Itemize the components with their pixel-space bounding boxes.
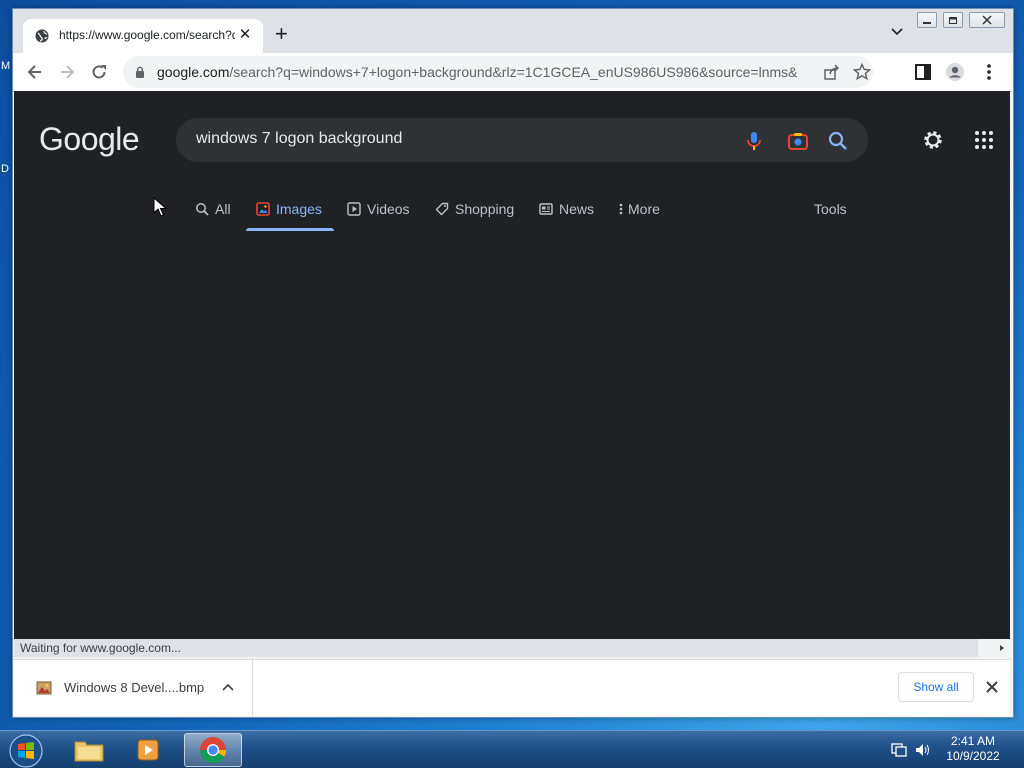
mouse-cursor-icon (153, 197, 167, 217)
apps-grid-icon[interactable] (972, 128, 996, 152)
side-panel-icon[interactable] (913, 62, 933, 82)
tab-news[interactable]: News (539, 191, 594, 227)
download-item[interactable]: Windows 8 Devel....bmp (24, 660, 253, 716)
camera-lens-icon[interactable] (787, 130, 809, 152)
reload-icon[interactable] (89, 62, 109, 82)
address-bar[interactable]: google.com/search?q=windows+7+logon+back… (123, 56, 873, 88)
restore-button[interactable] (943, 12, 963, 28)
clock-time: 2:41 AM (950, 734, 996, 748)
tools-label: Tools (814, 201, 847, 217)
clock-date: 10/9/2022 (946, 749, 1000, 763)
system-tray-icons[interactable] (886, 739, 936, 761)
taskbar-clock[interactable]: 2:41 AM 10/9/2022 (940, 734, 1006, 764)
restore-icon (949, 17, 957, 24)
taskbar: 2:41 AM 10/9/2022 (0, 730, 1024, 768)
browser-tab[interactable]: https://www.google.com/search?q=windows+… (23, 19, 263, 53)
close-icon[interactable] (983, 678, 1001, 696)
url-host: google.com (157, 64, 230, 80)
close-icon (982, 15, 992, 25)
browser-window: https://www.google.com/search?q=windows+… (12, 8, 1014, 718)
status-bar: Waiting for www.google.com... (14, 639, 1010, 657)
horizontal-scrollbar[interactable] (978, 639, 1010, 657)
browser-toolbar: google.com/search?q=windows+7+logon+back… (13, 53, 1013, 92)
kebab-icon (619, 203, 623, 215)
tab-shopping[interactable]: Shopping (435, 191, 514, 227)
new-tab-button[interactable]: + (275, 23, 288, 45)
tab-all-label: All (215, 201, 231, 217)
share-icon[interactable] (822, 62, 842, 82)
chevron-up-icon[interactable] (220, 680, 236, 696)
search-query: windows 7 logon background (196, 130, 403, 147)
microphone-icon[interactable] (743, 130, 765, 152)
status-text: Waiting for www.google.com... (20, 641, 181, 655)
tools-button[interactable]: Tools (814, 191, 847, 227)
search-icon (196, 203, 209, 216)
image-file-icon (36, 681, 52, 695)
taskbar-explorer[interactable] (60, 733, 118, 767)
play-icon (347, 202, 361, 216)
search-input[interactable]: windows 7 logon background (176, 118, 868, 162)
taskbar-chrome[interactable] (184, 733, 242, 767)
tab-videos-label: Videos (367, 201, 410, 217)
minimize-button[interactable] (917, 12, 937, 28)
tab-title: https://www.google.com/search?q=windows+… (59, 28, 235, 42)
media-player-icon (137, 739, 159, 761)
download-bar: Windows 8 Devel....bmp Show all (14, 659, 1010, 716)
image-icon (256, 202, 270, 216)
taskbar-media-player[interactable] (120, 733, 178, 767)
tab-news-label: News (559, 201, 595, 217)
desktop-icon-label[interactable]: D (1, 163, 9, 175)
minimize-icon (923, 22, 931, 24)
lock-icon[interactable] (135, 66, 145, 78)
scroll-right-arrow-icon[interactable] (978, 639, 1010, 657)
tab-images-label: Images (276, 201, 322, 217)
google-page: Google windows 7 logon background All Im… (14, 91, 1010, 639)
chrome-icon (199, 737, 227, 764)
url-path: /search?q=windows+7+logon+background&rlz… (229, 64, 797, 80)
profile-avatar-icon[interactable] (945, 62, 965, 82)
download-file-name: Windows 8 Devel....bmp (64, 680, 205, 695)
newspaper-icon (539, 203, 553, 215)
back-arrow-icon[interactable] (25, 62, 45, 82)
tab-more[interactable]: More (618, 191, 660, 227)
start-button-icon[interactable] (4, 732, 44, 768)
bookmark-star-icon[interactable] (852, 62, 872, 82)
forward-arrow-icon[interactable] (57, 62, 77, 82)
tag-icon (435, 202, 449, 216)
tab-shopping-label: Shopping (455, 201, 515, 217)
active-tab-indicator (246, 228, 334, 231)
google-logo[interactable]: Google (39, 121, 140, 158)
tab-videos[interactable]: Videos (347, 191, 410, 227)
folder-icon (74, 741, 104, 762)
browser-menu-icon[interactable] (979, 62, 999, 82)
tab-all[interactable]: All (195, 191, 231, 227)
tab-close-button[interactable]: ✕ (235, 25, 255, 45)
globe-icon (35, 29, 49, 43)
desktop-icon-label[interactable]: M (1, 60, 10, 72)
search-icon[interactable] (827, 130, 849, 152)
tab-more-label: More (628, 201, 660, 217)
settings-gear-icon[interactable] (921, 128, 945, 152)
url-text[interactable]: google.com/search?q=windows+7+logon+back… (157, 64, 797, 80)
tab-strip: https://www.google.com/search?q=windows+… (13, 9, 1013, 53)
show-all-downloads-button[interactable]: Show all (898, 672, 974, 702)
tab-images[interactable]: Images (246, 191, 334, 231)
tab-search-chevron-icon[interactable] (889, 23, 905, 39)
close-window-button[interactable] (969, 12, 1005, 28)
